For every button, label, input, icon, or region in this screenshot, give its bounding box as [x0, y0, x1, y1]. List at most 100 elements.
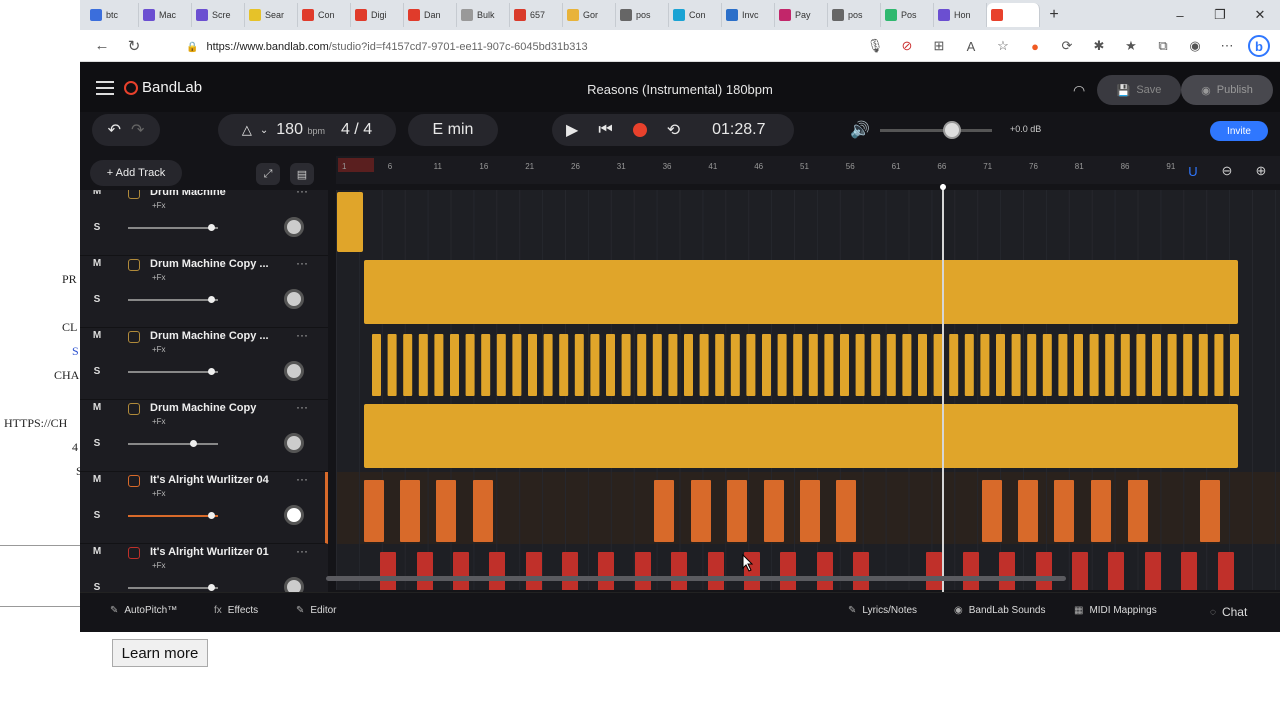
add-fx-button[interactable]: +Fx: [152, 201, 166, 210]
browser-tab[interactable]: Mac: [139, 3, 192, 27]
browser-tab[interactable]: 657: [510, 3, 563, 27]
expand-icon[interactable]: ⤢: [256, 163, 280, 185]
minimize-button[interactable]: –: [1160, 0, 1200, 30]
drum-clip[interactable]: [1011, 334, 1021, 396]
drum-clip[interactable]: [840, 334, 849, 396]
track-volume-handle[interactable]: [208, 296, 215, 303]
invite-button[interactable]: Invite: [1210, 121, 1268, 141]
drum-clip[interactable]: [496, 334, 506, 396]
arrangement-area[interactable]: [336, 190, 1280, 590]
browser-tab[interactable]: Bulk: [457, 3, 510, 27]
back-icon[interactable]: ←: [86, 37, 118, 54]
drum-clip[interactable]: [762, 334, 771, 396]
read-aloud-icon[interactable]: A: [960, 35, 982, 57]
browser-tab[interactable]: Con: [669, 3, 722, 27]
chevron-down-icon[interactable]: ⌄: [260, 125, 268, 136]
horizontal-scrollbar[interactable]: [326, 576, 1066, 581]
undo-icon[interactable]: ↶: [108, 120, 121, 140]
timeline-ruler[interactable]: 1 6 11 16 21 26 31 36 41 46 51 56 61 66 71 76 81 86 91 U ⊖…: [336, 156, 1280, 184]
track-more-icon[interactable]: ···: [296, 256, 308, 270]
wurlitzer-clip[interactable]: [982, 480, 1002, 542]
mute-button[interactable]: M: [88, 474, 106, 485]
wurlitzer-clip[interactable]: [1181, 552, 1197, 590]
drum-clip[interactable]: [337, 192, 363, 252]
solo-button[interactable]: S: [88, 294, 106, 305]
drum-clip[interactable]: [793, 334, 803, 396]
drum-clip[interactable]: [730, 334, 740, 396]
extensions-icon[interactable]: ✱: [1088, 35, 1110, 57]
drum-clip[interactable]: [418, 334, 428, 396]
drum-clip[interactable]: [746, 334, 756, 396]
wurlitzer-clip[interactable]: [1054, 480, 1074, 542]
drum-clip[interactable]: [1152, 334, 1161, 396]
browser-tab[interactable]: pos: [616, 3, 669, 27]
close-window-button[interactable]: ✕: [1240, 0, 1280, 30]
metronome-icon[interactable]: △: [242, 122, 252, 138]
favorite-icon[interactable]: ☆: [992, 35, 1014, 57]
drum-clip[interactable]: [855, 334, 865, 396]
drum-clip[interactable]: [871, 334, 881, 396]
publish-button[interactable]: ◉ Publish: [1181, 75, 1273, 105]
pan-knob[interactable]: [284, 289, 304, 309]
track-header[interactable]: M S It's Alright Wurlitzer 04 +Fx ···: [80, 472, 328, 544]
wurlitzer-clip[interactable]: [473, 480, 493, 542]
drum-clip[interactable]: [886, 334, 896, 396]
wurlitzer-clip[interactable]: [1072, 552, 1088, 590]
refresh-icon[interactable]: ↻: [118, 37, 150, 55]
time-signature[interactable]: 4 / 4: [341, 121, 372, 139]
tempo-value[interactable]: 180 bpm: [276, 121, 325, 139]
wurlitzer-clip[interactable]: [817, 552, 833, 590]
wurlitzer-clip[interactable]: [926, 552, 942, 590]
drum-clip[interactable]: [1105, 334, 1115, 396]
browser-tab[interactable]: btc: [86, 3, 139, 27]
track-volume-handle[interactable]: [208, 512, 215, 519]
wurlitzer-clip[interactable]: [400, 480, 420, 542]
wurlitzer-clip[interactable]: [999, 552, 1015, 590]
copilot-icon[interactable]: b: [1248, 35, 1270, 57]
track-volume-slider[interactable]: [128, 512, 218, 519]
track-header[interactable]: M S Drum Machine Copy +Fx ···: [80, 400, 328, 472]
snap-magnet-icon[interactable]: U: [1182, 160, 1204, 182]
drum-clip[interactable]: [1120, 334, 1130, 396]
drum-clip[interactable]: [1027, 334, 1037, 396]
play-icon[interactable]: ▶: [566, 120, 578, 140]
wurlitzer-clip[interactable]: [1108, 552, 1124, 590]
add-track-button[interactable]: + Add Track: [90, 160, 182, 186]
drum-clip[interactable]: [574, 334, 584, 396]
track-name[interactable]: It's Alright Wurlitzer 01: [150, 546, 269, 558]
add-fx-button[interactable]: +Fx: [152, 273, 166, 282]
wurlitzer-clip[interactable]: [764, 480, 784, 542]
skip-back-icon[interactable]: ⏮: [598, 121, 612, 139]
browser-tab[interactable]: Gor: [563, 3, 616, 27]
drum-clip[interactable]: [372, 334, 381, 396]
track-more-icon[interactable]: ···: [296, 544, 308, 558]
drum-clip[interactable]: [1136, 334, 1146, 396]
track-name[interactable]: Drum Machine Copy: [150, 402, 256, 414]
track-view-icon[interactable]: ▤: [290, 163, 314, 185]
wurlitzer-clip[interactable]: [562, 552, 578, 590]
track-volume-handle[interactable]: [208, 368, 215, 375]
midi-mappings-button[interactable]: ▦ MIDI Mappings: [1074, 605, 1157, 616]
drum-clip[interactable]: [808, 334, 818, 396]
add-fx-button[interactable]: +Fx: [152, 489, 166, 498]
collections-icon[interactable]: ⧉: [1152, 35, 1174, 57]
drum-clip[interactable]: [606, 334, 615, 396]
wurlitzer-clip[interactable]: [635, 552, 651, 590]
drum-clip[interactable]: [450, 334, 459, 396]
browser-tab[interactable]: Pos: [881, 3, 934, 27]
save-button[interactable]: 💾 Save: [1097, 75, 1181, 105]
mute-button[interactable]: M: [88, 402, 106, 413]
track-more-icon[interactable]: ···: [296, 190, 308, 198]
mute-button[interactable]: M: [88, 546, 106, 557]
drum-clip[interactable]: [1042, 334, 1052, 396]
track-name[interactable]: Drum Machine Copy ...: [150, 258, 269, 270]
lyrics-notes-button[interactable]: ✎ Lyrics/Notes: [848, 605, 917, 616]
drum-clip[interactable]: [1214, 334, 1224, 396]
wurlitzer-clip[interactable]: [836, 480, 856, 542]
add-fx-button[interactable]: +Fx: [152, 417, 166, 426]
browser-tab[interactable]: Scre: [192, 3, 245, 27]
pan-knob[interactable]: [284, 217, 304, 237]
drum-clip[interactable]: [902, 334, 912, 396]
drum-clip[interactable]: [481, 334, 491, 396]
wurlitzer-clip[interactable]: [853, 552, 869, 590]
